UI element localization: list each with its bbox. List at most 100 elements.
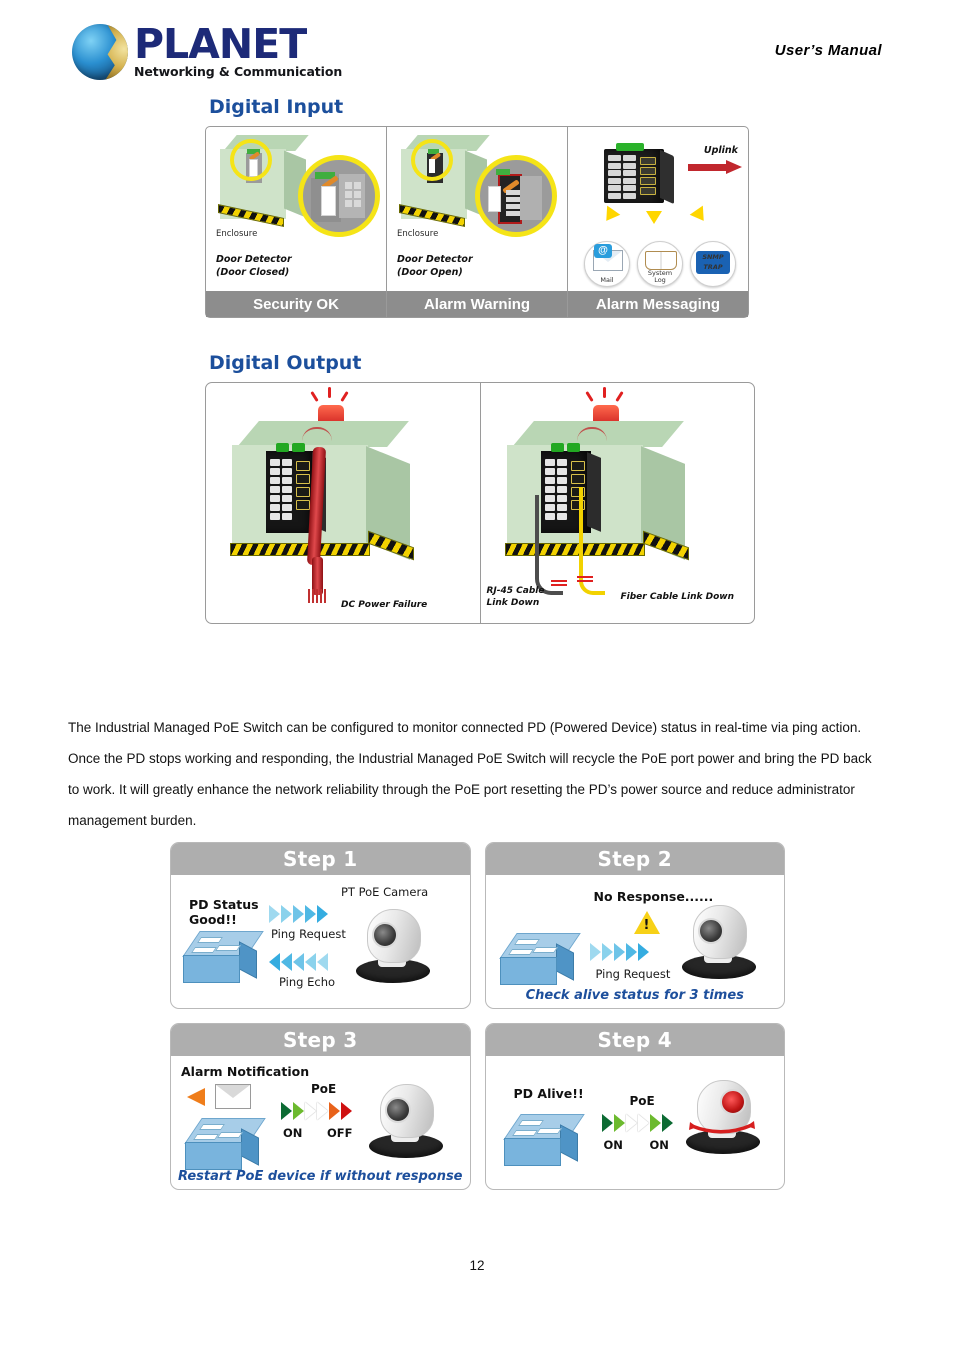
step-4-header: Step 4 bbox=[485, 1024, 784, 1056]
switch-arrow-glyph bbox=[513, 939, 540, 945]
cable-frayed-end bbox=[308, 589, 328, 603]
step-2-header: Step 2 bbox=[485, 843, 784, 875]
camera-head bbox=[380, 1084, 434, 1138]
alarm-envelope-icon bbox=[215, 1084, 251, 1109]
chevron-right bbox=[341, 1102, 352, 1120]
step-2-caption: Check alive status for 3 times bbox=[525, 988, 744, 1003]
switch-icon bbox=[498, 933, 581, 989]
chevron-right-hollow bbox=[637, 1114, 649, 1132]
system-log-icon: System Log bbox=[637, 241, 683, 287]
camera-lens bbox=[385, 1097, 411, 1123]
alarm-arrow-icon bbox=[187, 1088, 205, 1106]
poe-ping-steps-figure: Step 1 PD Status Good!! Ping Request Pin… bbox=[170, 842, 785, 1190]
fiber-link-down-label: Fiber Cable Link Down bbox=[620, 592, 735, 602]
ping-request-label: Ping Request bbox=[271, 927, 346, 941]
switch-right-face bbox=[239, 941, 257, 979]
chevron-left bbox=[293, 953, 304, 971]
poe-state-chevrons bbox=[601, 1114, 673, 1132]
step-3-card: Step 3 Alarm Notification PoE ON OFF Res… bbox=[170, 1023, 471, 1190]
chevron-left bbox=[305, 953, 316, 971]
door-detector-label: Door Detector (Door Open) bbox=[397, 253, 473, 279]
enclosure-label: Enclosure bbox=[216, 229, 258, 239]
beacon-ray bbox=[310, 391, 319, 402]
chevron-right bbox=[637, 943, 649, 961]
poe-label: PoE bbox=[629, 1094, 655, 1108]
pd-status-label: PD Status Good!! bbox=[189, 897, 259, 927]
yellow-arrow-mail bbox=[599, 205, 621, 226]
beacon-ray bbox=[602, 387, 606, 398]
switch-icon bbox=[184, 1118, 266, 1174]
camera-head bbox=[692, 905, 747, 959]
panel-footer-security-ok: Security OK bbox=[206, 291, 386, 317]
magnifier-large-circle bbox=[298, 155, 380, 237]
uplink-arrow-icon bbox=[688, 160, 744, 174]
digital-output-figure: Digital Output DC Power Failure RJ-45 Ca… bbox=[205, 352, 757, 624]
logo-wordmark: PLANET Networking & Communication bbox=[134, 22, 342, 79]
switch-arrow-glyph bbox=[517, 1120, 544, 1126]
warning-triangle-icon bbox=[633, 911, 660, 934]
step-2-card: Step 2 No Response...... Ping Request bbox=[484, 842, 785, 1009]
zoom-ports bbox=[345, 182, 361, 212]
dc-failure-illustration: DC Power Failure bbox=[206, 383, 480, 623]
pd-alive-label: PD Alive!! bbox=[513, 1086, 584, 1101]
snmp-line-2: TRAP bbox=[703, 263, 723, 271]
switch-arrow-glyph bbox=[535, 1128, 562, 1134]
syslog-line-2: Log bbox=[654, 276, 666, 284]
security-ok-illustration: Enclosure Door Detector (Door Closed) bbox=[206, 127, 386, 291]
step-1-body: PD Status Good!! Ping Request Ping Echo … bbox=[171, 875, 470, 1008]
digital-input-title: Digital Input bbox=[209, 96, 344, 118]
book-shape bbox=[645, 251, 677, 270]
uplink-label: Uplink bbox=[703, 145, 738, 156]
switch-sfp-ports bbox=[640, 157, 656, 197]
step-3-caption: Restart PoE device if without response bbox=[177, 1169, 463, 1184]
page-number: 12 bbox=[469, 1258, 485, 1273]
panel-security-ok: Enclosure Door Detector (Door Closed) Se… bbox=[206, 127, 387, 317]
yellow-arrow-snmp bbox=[689, 205, 711, 226]
no-response-label: No Response...... bbox=[593, 889, 714, 904]
switch-front-face bbox=[503, 1138, 561, 1166]
digital-output-title: Digital Output bbox=[209, 352, 362, 374]
arrow-shaft bbox=[688, 164, 728, 171]
switch-arrow-glyph bbox=[507, 949, 534, 955]
power-terminal-green bbox=[550, 443, 564, 452]
alarm-messaging-illustration: Uplink @ Mail System Log SNMP TRAP bbox=[568, 127, 748, 291]
chevron-right bbox=[317, 905, 328, 923]
detector-line-1: Door Detector bbox=[216, 254, 292, 265]
magnifier-small-circle bbox=[230, 139, 272, 181]
pd-status-line-1: PD Status bbox=[189, 897, 259, 912]
mail-icon: @ Mail bbox=[584, 241, 630, 287]
enclosure-cabinet bbox=[226, 421, 436, 581]
enclosure-label: Enclosure bbox=[397, 229, 439, 239]
step-1-header: Step 1 bbox=[171, 843, 470, 875]
switch-arrow-glyph bbox=[531, 947, 558, 953]
chevron-right bbox=[293, 1102, 304, 1120]
system-log-icon-label: System Log bbox=[648, 270, 672, 286]
panel-dc-power-failure: DC Power Failure bbox=[206, 383, 481, 623]
chevron-right bbox=[613, 943, 625, 961]
ping-request-chevrons bbox=[589, 943, 649, 961]
poe-state-on-label: ON bbox=[283, 1126, 303, 1140]
poe-state-on-label-right: ON bbox=[649, 1138, 669, 1152]
industrial-switch-icon bbox=[604, 141, 676, 205]
panel-cable-link-down: RJ-45 Cable Link Down Fiber Cable Link D… bbox=[481, 383, 755, 623]
zoom-green-top bbox=[496, 169, 510, 175]
ping-request-chevrons bbox=[269, 905, 328, 923]
chevron-right-hollow bbox=[317, 1102, 328, 1120]
beacon-ray bbox=[584, 391, 594, 402]
snmp-line-1: SNMP bbox=[702, 253, 724, 261]
pt-poe-camera-icon bbox=[369, 1082, 443, 1158]
step-4-card: Step 4 PD Alive!! PoE ON ON bbox=[484, 1023, 785, 1190]
beacon-ray bbox=[328, 387, 331, 398]
switch-arrow-glyph bbox=[198, 1124, 226, 1130]
alarm-warning-illustration: Enclosure Door Detector (Door Open) bbox=[387, 127, 567, 291]
chevron-left bbox=[269, 953, 280, 971]
poe-state-on-label-left: ON bbox=[603, 1138, 623, 1152]
zoom-ports bbox=[506, 190, 520, 218]
chevron-right bbox=[601, 1114, 613, 1132]
logo-brand-text: PLANET bbox=[134, 20, 307, 68]
ping-echo-chevrons bbox=[269, 953, 328, 971]
panel-footer-alarm-messaging: Alarm Messaging bbox=[568, 291, 748, 317]
chevron-left bbox=[317, 953, 328, 971]
power-terminal-green bbox=[276, 443, 289, 452]
switch-arrow-glyph bbox=[511, 1130, 538, 1136]
